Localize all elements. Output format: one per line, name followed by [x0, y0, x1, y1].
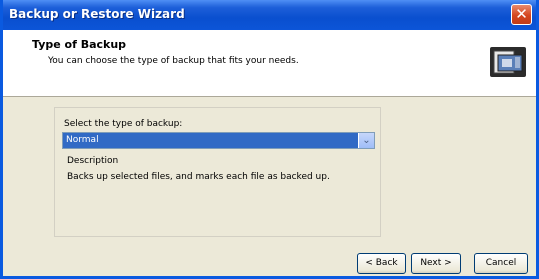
- select-label: Select the type of backup:: [64, 119, 183, 129]
- description-text: Backs up selected files, and marks each …: [67, 172, 330, 182]
- next-button[interactable]: Next >: [411, 253, 461, 274]
- close-button[interactable]: ✕: [511, 4, 532, 25]
- select-value: Normal: [63, 133, 358, 148]
- window-title: Backup or Restore Wizard: [9, 7, 185, 21]
- wizard-window: Backup or Restore Wizard ✕ Type of Backu…: [0, 0, 539, 279]
- close-icon: ✕: [515, 5, 528, 23]
- backup-wizard-icon: [490, 47, 526, 77]
- page-title: Type of Backup: [32, 38, 127, 51]
- description-label: Description: [67, 156, 119, 166]
- cancel-button[interactable]: Cancel: [474, 253, 528, 274]
- backup-type-select[interactable]: Normal ⌄: [62, 132, 375, 149]
- chevron-down-icon: ⌄: [362, 135, 371, 146]
- wizard-header: Type of Backup You can choose the type o…: [3, 30, 536, 97]
- page-subtitle: You can choose the type of backup that f…: [48, 56, 299, 66]
- title-bar[interactable]: Backup or Restore Wizard ✕: [3, 0, 536, 30]
- back-button[interactable]: < Back: [357, 253, 406, 274]
- dropdown-button[interactable]: ⌄: [359, 133, 374, 148]
